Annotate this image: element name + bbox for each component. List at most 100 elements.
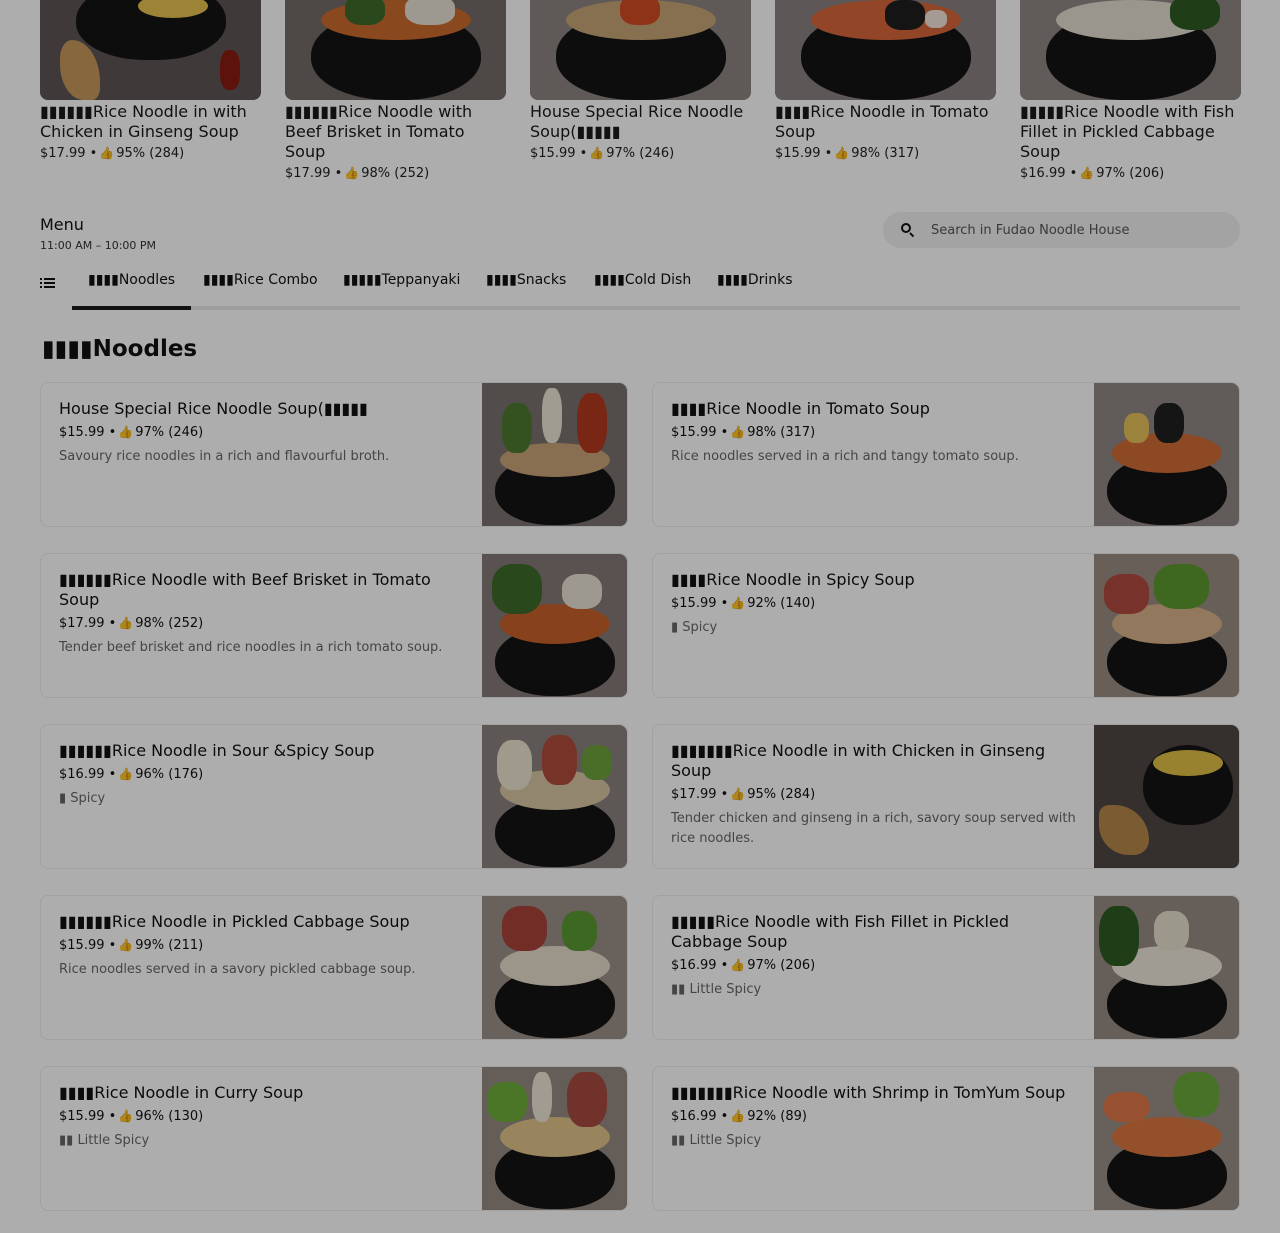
menu-item-image[interactable] — [482, 383, 627, 526]
menu-item-image[interactable] — [1094, 1067, 1239, 1210]
featured-item-image[interactable] — [775, 0, 996, 100]
menu-item-card[interactable]: ▮▮▮▮▮▮▮Rice Noodle with Shrimp in TomYum… — [652, 1066, 1240, 1211]
tab-noodles[interactable]: ▮▮▮▮Noodles — [72, 272, 192, 310]
search-bar[interactable] — [883, 212, 1240, 248]
menu-item-card[interactable]: ▮▮▮▮▮Rice Noodle with Fish Fillet in Pic… — [652, 895, 1240, 1040]
menu-item-title: ▮▮▮▮Rice Noodle in Curry Soup — [59, 1083, 304, 1102]
menu-item-card[interactable]: ▮▮▮▮▮▮Rice Noodle with Beef Brisket in T… — [40, 553, 628, 698]
menu-item-price: $15.99 — [671, 425, 717, 440]
featured-item-title: House Special Rice Noodle Soup(▮▮▮▮▮ — [530, 102, 744, 141]
thumbs-up-icon: 👍 — [730, 958, 746, 972]
featured-item-price: $15.99 — [775, 146, 821, 161]
menu-item-card[interactable]: ▮▮▮▮Rice Noodle in Curry Soup $15.99 • 👍 9… — [40, 1066, 628, 1211]
list-icon[interactable] — [40, 276, 56, 290]
search-icon — [901, 223, 915, 238]
menu-item-image[interactable] — [482, 1067, 627, 1210]
featured-item-rating: 98% (317) — [851, 146, 920, 161]
thumbs-up-icon: 👍 — [118, 1109, 134, 1123]
menu-item-meta: $15.99 • 👍 97% (246) — [59, 425, 204, 440]
featured-item-rating: 97% (246) — [606, 146, 675, 161]
featured-item-rating: 97% (206) — [1096, 166, 1165, 181]
menu-item-rating: 96% (176) — [135, 767, 204, 782]
menu-item-description: Rice noodles served in a rich and tangy … — [671, 449, 1019, 464]
tab-teppanyaki[interactable]: ▮▮▮▮▮Teppanyaki — [327, 272, 476, 310]
menu-item-image[interactable] — [1094, 383, 1239, 526]
menu-item-rating: 92% (140) — [747, 596, 816, 611]
menu-item-meta: $15.99 • 👍 92% (140) — [671, 596, 816, 611]
featured-carousel: ▮▮▮▮▮▮Rice Noodle in with Chicken in Gin… — [40, 0, 1241, 190]
menu-item-price: $15.99 — [59, 938, 105, 953]
menu-item-meta: $16.99 • 👍 92% (89) — [671, 1109, 807, 1124]
menu-item-price: $17.99 — [671, 787, 717, 802]
menu-item-card[interactable]: ▮▮▮▮▮▮Rice Noodle in Pickled Cabbage Sou… — [40, 895, 628, 1040]
tab-cold-dish[interactable]: ▮▮▮▮Cold Dish — [578, 272, 707, 310]
menu-title: Menu — [40, 215, 84, 234]
featured-item[interactable]: ▮▮▮▮▮Rice Noodle with Fish Fillet in Pic… — [1020, 0, 1241, 190]
menu-item-rating: 95% (284) — [747, 787, 816, 802]
featured-item-meta: $15.99 • 👍 97% (246) — [530, 146, 675, 161]
menu-item-title: House Special Rice Noodle Soup(▮▮▮▮▮ — [59, 399, 368, 418]
menu-item-card[interactable]: ▮▮▮▮▮▮Rice Noodle in Sour &Spicy Soup $1… — [40, 724, 628, 869]
menu-item-description: Tender beef brisket and rice noodles in … — [59, 640, 443, 655]
menu-item-card[interactable]: House Special Rice Noodle Soup(▮▮▮▮▮ $15… — [40, 382, 628, 527]
menu-item-meta: $16.99 • 👍 97% (206) — [671, 958, 816, 973]
menu-item-description: ▮▮ Little Spicy — [671, 982, 762, 997]
menu-item-image[interactable] — [1094, 725, 1239, 868]
menu-hours: 11:00 AM – 10:00 PM — [40, 239, 157, 252]
search-input[interactable] — [931, 222, 1231, 238]
thumbs-up-icon: 👍 — [589, 146, 605, 160]
featured-item-image[interactable] — [530, 0, 751, 100]
featured-item-price: $17.99 — [285, 166, 331, 181]
menu-item-rating: 98% (317) — [747, 425, 816, 440]
tab-rice-combo[interactable]: ▮▮▮▮Rice Combo — [187, 272, 334, 310]
menu-item-image[interactable] — [482, 896, 627, 1039]
featured-item-meta: $17.99 • 👍 98% (252) — [285, 166, 430, 181]
featured-item-price: $17.99 — [40, 146, 86, 161]
menu-item-meta: $17.99 • 👍 95% (284) — [671, 787, 816, 802]
featured-item[interactable]: ▮▮▮▮▮▮Rice Noodle in with Chicken in Gin… — [40, 0, 261, 190]
thumbs-up-icon: 👍 — [118, 767, 134, 781]
featured-item-image[interactable] — [40, 0, 261, 100]
featured-item-rating: 98% (252) — [361, 166, 430, 181]
tab-snacks[interactable]: ▮▮▮▮Snacks — [470, 272, 582, 310]
menu-item-description: Savoury rice noodles in a rich and flavo… — [59, 449, 390, 464]
menu-item-rating: 96% (130) — [135, 1109, 204, 1124]
featured-item[interactable]: ▮▮▮▮▮▮Rice Noodle with Beef Brisket in T… — [285, 0, 506, 190]
menu-item-description: ▮▮ Little Spicy — [671, 1133, 762, 1148]
menu-header: Menu 11:00 AM – 10:00 PM — [40, 214, 156, 252]
featured-item-image[interactable] — [285, 0, 506, 100]
menu-item-image[interactable] — [1094, 896, 1239, 1039]
menu-item-card[interactable]: ▮▮▮▮Rice Noodle in Spicy Soup $15.99 • 👍 9… — [652, 553, 1240, 698]
menu-item-price: $15.99 — [59, 1109, 105, 1124]
menu-item-image[interactable] — [482, 554, 627, 697]
menu-item-title: ▮▮▮▮▮▮▮Rice Noodle in with Chicken in Gi… — [671, 741, 1046, 780]
featured-item-title: ▮▮▮▮▮Rice Noodle with Fish Fillet in Pic… — [1020, 102, 1235, 161]
menu-item-title: ▮▮▮▮Rice Noodle in Tomato Soup — [671, 399, 930, 418]
menu-item-title: ▮▮▮▮▮▮Rice Noodle in Sour &Spicy Soup — [59, 741, 375, 760]
menu-item-title: ▮▮▮▮▮▮Rice Noodle with Beef Brisket in T… — [59, 570, 431, 609]
featured-item-image[interactable] — [1020, 0, 1241, 100]
menu-item-meta: $15.99 • 👍 98% (317) — [671, 425, 816, 440]
tab-drinks[interactable]: ▮▮▮▮Drinks — [701, 272, 809, 310]
menu-item-card[interactable]: ▮▮▮▮Rice Noodle in Tomato Soup $15.99 • 👍… — [652, 382, 1240, 527]
menu-item-rating: 92% (89) — [747, 1109, 807, 1124]
featured-item-rating: 95% (284) — [116, 146, 185, 161]
menu-item-card[interactable]: ▮▮▮▮▮▮▮Rice Noodle in with Chicken in Gi… — [652, 724, 1240, 869]
menu-item-description: Rice noodles served in a savory pickled … — [59, 962, 416, 977]
thumbs-up-icon: 👍 — [730, 425, 746, 439]
thumbs-up-icon: 👍 — [1079, 166, 1095, 180]
section-title: ▮▮▮▮Noodles — [42, 336, 198, 362]
featured-item-title: ▮▮▮▮Rice Noodle in Tomato Soup — [775, 102, 989, 141]
menu-item-meta: $17.99 • 👍 98% (252) — [59, 616, 204, 631]
menu-item-price: $17.99 — [59, 616, 105, 631]
menu-page: ▮▮▮▮▮▮Rice Noodle in with Chicken in Gin… — [0, 0, 1280, 1233]
featured-item[interactable]: ▮▮▮▮Rice Noodle in Tomato Soup $15.99 • 👍… — [775, 0, 996, 190]
thumbs-up-icon: 👍 — [118, 938, 134, 952]
thumbs-up-icon: 👍 — [730, 787, 746, 801]
thumbs-up-icon: 👍 — [118, 425, 134, 439]
menu-item-image[interactable] — [1094, 554, 1239, 697]
featured-item-meta: $16.99 • 👍 97% (206) — [1020, 166, 1165, 181]
thumbs-up-icon: 👍 — [99, 146, 115, 160]
menu-item-image[interactable] — [482, 725, 627, 868]
featured-item[interactable]: House Special Rice Noodle Soup(▮▮▮▮▮ $15… — [530, 0, 751, 190]
